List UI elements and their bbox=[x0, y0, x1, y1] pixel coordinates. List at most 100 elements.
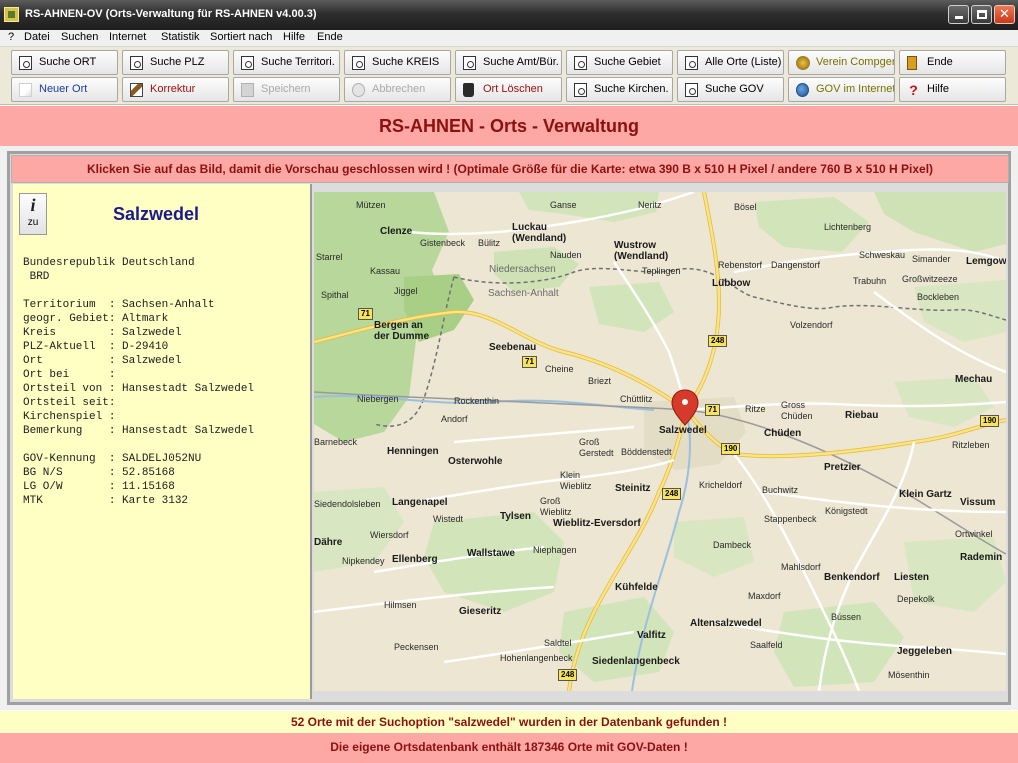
map-place-label: Dangenstorf bbox=[771, 260, 821, 270]
forest-area bbox=[874, 192, 1006, 252]
window-title-bar: RS-AHNEN-OV (Orts-Verwaltung für RS-AHNE… bbox=[0, 0, 1018, 30]
info-line: PLZ-Aktuell : D-29410 bbox=[23, 341, 169, 353]
menu-item-ende[interactable]: Ende bbox=[317, 31, 343, 43]
gov-internet-button[interactable]: GOV im Internet bbox=[788, 77, 895, 102]
info-line: LG O/W : 11.15168 bbox=[23, 481, 175, 493]
map-place-label: Gieseritz bbox=[459, 606, 502, 617]
search-church-button[interactable]: Suche Kirchen. bbox=[566, 77, 673, 102]
menu-item-sortiert-nach[interactable]: Sortiert nach bbox=[210, 31, 272, 43]
map-place-label: Bösel bbox=[734, 202, 757, 212]
search-plz-button[interactable]: Suche PLZ bbox=[122, 50, 229, 75]
close-preview-button[interactable]: i zu bbox=[19, 193, 47, 235]
map-place-label: Mützen bbox=[356, 200, 386, 210]
button-label: Suche ORT bbox=[39, 56, 97, 68]
close-button[interactable]: ✕ bbox=[994, 5, 1015, 24]
map-place-label: Neritz bbox=[638, 200, 662, 210]
search-doc-icon bbox=[574, 56, 587, 70]
search-place-button[interactable]: Suche ORT bbox=[11, 50, 118, 75]
info-icon: i bbox=[30, 195, 36, 215]
map-place-label: Ortwinkel bbox=[955, 529, 993, 539]
help-button[interactable]: ? Hilfe bbox=[899, 77, 1006, 102]
map-place-label: Großwitzeeze bbox=[902, 274, 958, 284]
search-doc-icon bbox=[19, 56, 32, 70]
menu-item-internet[interactable]: Internet bbox=[109, 31, 146, 43]
forest-area bbox=[914, 280, 1006, 342]
map-place-label: Tylsen bbox=[500, 511, 531, 522]
minimize-button[interactable] bbox=[948, 5, 969, 24]
search-kreis-button[interactable]: Suche KREIS bbox=[344, 50, 451, 75]
pin-center bbox=[682, 399, 688, 405]
button-label: Suche Amt/Bür. bbox=[483, 56, 559, 68]
cancel-button[interactable]: Abbrechen bbox=[344, 77, 451, 102]
map-place-label: Henningen bbox=[387, 446, 439, 457]
map-place-label: Lübbow bbox=[712, 278, 751, 289]
preview-hint[interactable]: Klicken Sie auf das Bild, damit die Vors… bbox=[11, 155, 1009, 183]
button-label: Alle Orte (Liste) bbox=[705, 56, 782, 68]
search-gov-button[interactable]: Suche GOV bbox=[677, 77, 784, 102]
maximize-button[interactable] bbox=[971, 5, 992, 24]
map-place-label: Mösenthin bbox=[888, 670, 930, 680]
map-place-label: Trabuhn bbox=[853, 276, 887, 286]
button-label: Ende bbox=[927, 56, 953, 68]
map-place-label: Kassau bbox=[370, 266, 401, 276]
search-doc-icon bbox=[241, 56, 254, 70]
map-place-label: Bergen an der Dumme bbox=[374, 320, 430, 342]
menu-item-statistik[interactable]: Statistik bbox=[161, 31, 200, 43]
menu-item-hilfe[interactable]: Hilfe bbox=[283, 31, 305, 43]
button-label: Ort Löschen bbox=[483, 83, 543, 95]
map-place-label: Langenapel bbox=[392, 497, 448, 508]
page-title: RS-AHNEN - Orts - Verwaltung bbox=[0, 106, 1018, 146]
button-label: Suche Kirchen. bbox=[594, 83, 669, 95]
cancel-icon bbox=[352, 83, 365, 97]
map-place-label: Rockenthin bbox=[454, 396, 500, 406]
trash-icon bbox=[463, 83, 474, 97]
map-place-label: Bússen bbox=[831, 612, 862, 622]
map-place-label: Chüttlitz bbox=[620, 394, 653, 404]
info-line: Ortsteil von : Hansestadt Salzwedel bbox=[23, 383, 255, 395]
menu-item-datei[interactable]: Datei bbox=[24, 31, 50, 43]
exit-button[interactable]: Ende bbox=[899, 50, 1006, 75]
place-name: Salzwedel bbox=[113, 204, 200, 224]
all-places-list-button[interactable]: Alle Orte (Liste) bbox=[677, 50, 784, 75]
map-place-label: Böddenstedt bbox=[621, 447, 672, 457]
new-document-icon bbox=[19, 83, 32, 97]
new-place-button[interactable]: Neuer Ort bbox=[11, 77, 118, 102]
button-label: Abbrechen bbox=[372, 83, 426, 95]
minimize-icon bbox=[954, 16, 963, 19]
map-place-label: Spithal bbox=[321, 290, 349, 300]
map-place-label: Rebenstorf bbox=[718, 260, 763, 270]
map-place-label: Wiersdorf bbox=[370, 530, 409, 540]
save-button[interactable]: Speichern bbox=[233, 77, 340, 102]
search-area-button[interactable]: Suche Gebiet bbox=[566, 50, 673, 75]
search-doc-icon bbox=[574, 83, 587, 97]
delete-place-button[interactable]: Ort Löschen bbox=[455, 77, 562, 102]
button-label: Verein Compgen bbox=[816, 56, 895, 68]
menu-item-help-question[interactable]: ? bbox=[8, 31, 14, 43]
map-place-label: Bülitz bbox=[478, 238, 501, 248]
road-shield: 190 bbox=[980, 415, 1000, 427]
correction-button[interactable]: Korrektur bbox=[122, 77, 229, 102]
info-line: Ort : Salzwedel bbox=[23, 355, 182, 367]
map-place-label: Niedersachsen bbox=[489, 264, 556, 275]
search-territory-button[interactable]: Suche Territori. bbox=[233, 50, 340, 75]
search-doc-icon bbox=[685, 56, 698, 70]
info-line: Bundesrepublik Deutschland bbox=[23, 257, 195, 269]
search-doc-icon bbox=[130, 56, 143, 70]
window-title: RS-AHNEN-OV (Orts-Verwaltung für RS-AHNE… bbox=[25, 8, 317, 20]
menu-item-suchen[interactable]: Suchen bbox=[61, 31, 98, 43]
road-shield: 248 bbox=[662, 488, 682, 500]
close-icon: ✕ bbox=[999, 6, 1010, 21]
map-place-label: Clenze bbox=[380, 226, 413, 237]
map-place-label: Depekolk bbox=[897, 594, 935, 604]
info-line: BRD bbox=[23, 271, 50, 283]
help-question-icon: ? bbox=[909, 82, 918, 98]
compgen-logo-icon bbox=[796, 56, 810, 70]
map-place-label: Schweskau bbox=[859, 250, 906, 260]
map-place-label: Chüden bbox=[764, 428, 802, 439]
map-preview[interactable]: Mützen Ganse Neritz Bösel Luckau (Wendland) C… bbox=[314, 192, 1006, 691]
map-place-label: Volzendorf bbox=[790, 320, 833, 330]
search-amt-button[interactable]: Suche Amt/Bür. bbox=[455, 50, 562, 75]
map-place-label: Simander bbox=[912, 254, 951, 264]
search-result-status: 52 Orte mit der Suchoption "salzwedel" w… bbox=[0, 711, 1018, 733]
compgen-club-button[interactable]: Verein Compgen bbox=[788, 50, 895, 75]
